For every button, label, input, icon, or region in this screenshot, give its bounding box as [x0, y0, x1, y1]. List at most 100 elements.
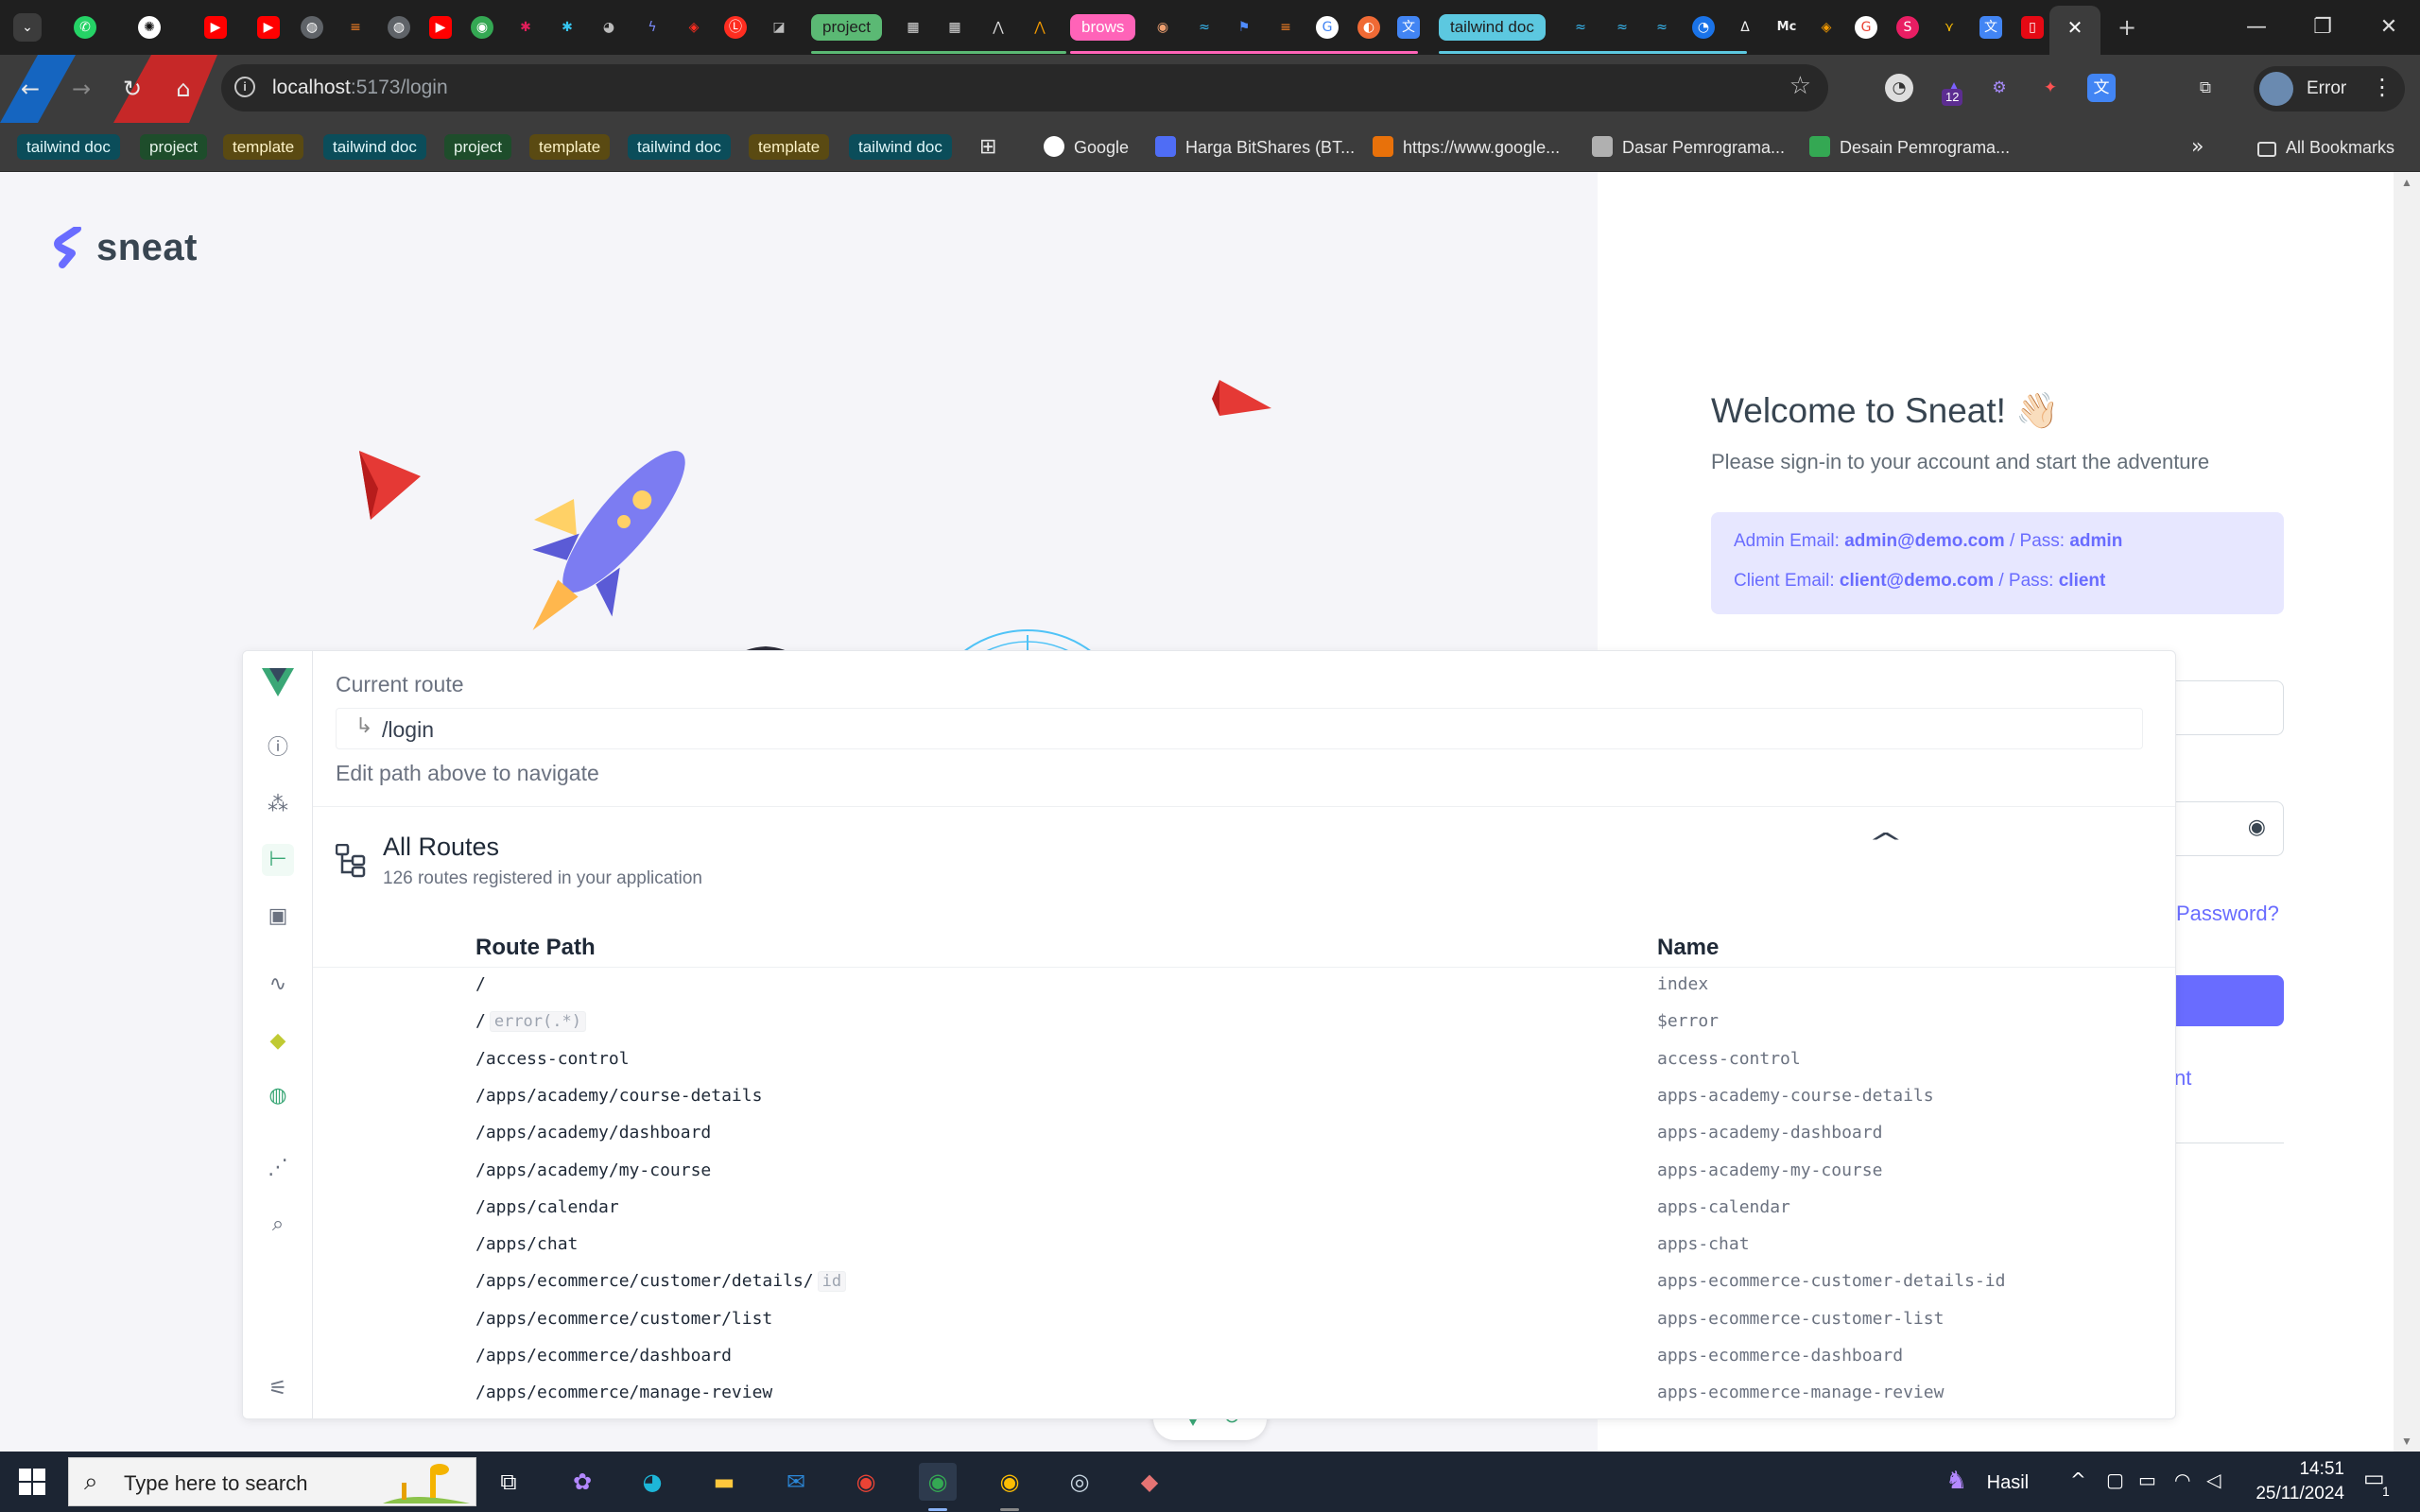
vue-logo-icon[interactable]	[262, 668, 294, 696]
tray-chevron-icon[interactable]: ^	[2070, 1469, 2086, 1491]
app-icon[interactable]: ◆	[1131, 1463, 1168, 1501]
components-icon[interactable]: ⁂	[262, 789, 294, 821]
volume-icon[interactable]: ◁	[2206, 1469, 2221, 1491]
chrome-icon[interactable]: ◉	[847, 1463, 885, 1501]
bookmark-item[interactable]: Harga BitShares (BT...	[1155, 135, 1355, 160]
bookmark-star-icon[interactable]: ☆	[1789, 72, 1811, 100]
system-clock[interactable]: 14:51 25/11/2024	[2240, 1457, 2344, 1506]
current-route-input[interactable]: ↳ /login	[336, 708, 2143, 749]
bookmark-group[interactable]: tailwind doc	[849, 134, 952, 160]
tab-icon[interactable]: S	[1896, 16, 1919, 39]
tray-app-icon[interactable]: ▢	[2106, 1469, 2124, 1491]
restore-button[interactable]: ❐	[2290, 9, 2356, 45]
profile-error-button[interactable]: Error ⋮	[2254, 66, 2405, 112]
settings-extension-icon[interactable]: ⚙	[1985, 74, 2014, 102]
tab-search-icon[interactable]: ⌄	[13, 13, 42, 42]
tab-group-tailwind-doc[interactable]: tailwind doc	[1439, 14, 1546, 41]
translate-extension-icon[interactable]: 文	[2087, 74, 2116, 102]
assets-icon[interactable]: ▣	[262, 901, 294, 933]
copilot-icon[interactable]: ✿	[563, 1463, 601, 1501]
google-tab-icon[interactable]: G	[1855, 16, 1877, 39]
route-name-header[interactable]: Name	[1657, 935, 1719, 961]
green-tab-icon[interactable]: ◉	[471, 16, 493, 39]
tab-icon[interactable]: ◪	[768, 16, 790, 39]
bookmark-group[interactable]: project	[444, 134, 512, 160]
active-tab[interactable]: ✕	[2049, 6, 2100, 55]
table-row[interactable]: /apps/ecommerce/manage-review apps-ecomme…	[313, 1375, 2175, 1412]
eye-icon[interactable]: ◉	[2248, 816, 2266, 839]
file-explorer-icon[interactable]: ▬	[705, 1463, 743, 1501]
create-account-link[interactable]: nt	[2174, 1066, 2191, 1091]
table-row[interactable]: /apps/ecommerce/customer/list apps-ecomme…	[313, 1301, 2175, 1338]
color-extension-icon[interactable]: ✦	[2036, 74, 2065, 102]
pinia-icon[interactable]: ◆	[262, 1025, 294, 1057]
github-tab-icon[interactable]: ◕	[597, 16, 620, 39]
table-row[interactable]: / error(.*) $error	[313, 1004, 2175, 1040]
template-tab-icon[interactable]: ▦	[902, 16, 925, 39]
tailwind-tab-icon[interactable]: ≈	[1569, 16, 1592, 39]
settings-sliders-icon[interactable]: ⚟	[262, 1373, 294, 1405]
table-row[interactable]: / index	[313, 967, 2175, 1004]
stackoverflow-tab-icon[interactable]: ≡	[344, 16, 367, 39]
bookmark-item[interactable]: Desain Pemrograma...	[1809, 135, 2010, 160]
table-row[interactable]: /access-control access-control	[313, 1041, 2175, 1078]
route-path-header[interactable]: Route Path	[475, 935, 596, 961]
task-view-icon[interactable]: ⧉	[490, 1463, 527, 1501]
stackoverflow-tab-icon[interactable]: ≡	[1274, 16, 1297, 39]
bookmark-item[interactable]: https://www.google...	[1373, 135, 1560, 160]
collapse-chevron-icon[interactable]: ^	[1868, 827, 1904, 858]
translate-tab-icon[interactable]: 文	[1979, 16, 2002, 39]
google-tab-icon[interactable]: G	[1316, 16, 1339, 39]
table-row[interactable]: /apps/academy/my-course apps-academy-my-c…	[313, 1153, 2175, 1190]
back-button[interactable]: ←	[13, 72, 47, 106]
tab-group-brows[interactable]: brows	[1070, 14, 1136, 41]
address-bar[interactable]: i localhost:5173/login ☆	[221, 64, 1828, 112]
wifi-icon[interactable]: ◠	[2174, 1469, 2190, 1491]
new-tab-icon[interactable]: +	[2116, 16, 2138, 39]
slack-tab-icon[interactable]: ✱	[514, 16, 537, 39]
bookmark-group[interactable]: tailwind doc	[628, 134, 731, 160]
steam-icon[interactable]: ◎	[1061, 1463, 1098, 1501]
tab-icon[interactable]: ◐	[1357, 16, 1380, 39]
bolt-tab-icon[interactable]: ϟ	[641, 16, 664, 39]
more-bookmarks-icon[interactable]: »	[2191, 135, 2204, 160]
flag-tab-icon[interactable]: ⚑	[1233, 16, 1255, 39]
tab-icon[interactable]: ◈	[1815, 16, 1838, 39]
forward-button[interactable]: →	[64, 72, 98, 106]
mail-icon[interactable]: ✉	[777, 1463, 815, 1501]
taskbar-search-input[interactable]: ⌕ Type here to search	[68, 1457, 476, 1506]
tab-icon[interactable]: ◔	[1692, 16, 1715, 39]
chrome-profile-icon[interactable]: ◉	[919, 1463, 957, 1501]
reload-button[interactable]: ↻	[115, 72, 149, 106]
bookmark-group[interactable]: template	[749, 134, 830, 160]
timeline-icon[interactable]: ∿	[262, 969, 294, 1001]
tab-group-project[interactable]: project	[811, 14, 883, 41]
table-row[interactable]: /apps/academy/course-details apps-academy…	[313, 1078, 2175, 1115]
globe-tab-icon[interactable]: ◍	[388, 16, 410, 39]
youtube-tab-icon[interactable]: ▶	[257, 16, 280, 39]
kebab-menu-icon[interactable]: ⋮	[2371, 74, 2394, 100]
tab-icon[interactable]: ⋎	[1938, 16, 1961, 39]
puzzle-extensions-icon[interactable]: ⧉	[2191, 74, 2220, 102]
edge-icon[interactable]: ◕	[633, 1463, 671, 1501]
bookmark-group[interactable]: project	[140, 134, 208, 160]
table-row[interactable]: /apps/academy/dashboard apps-academy-dash…	[313, 1115, 2175, 1152]
graph-icon[interactable]: ⋰	[262, 1152, 294, 1184]
bookmark-group[interactable]: template	[529, 134, 611, 160]
close-window-button[interactable]: ✕	[2356, 9, 2420, 45]
tab-icon[interactable]: Mc	[1775, 16, 1798, 39]
inspect-icon[interactable]: ⌕	[262, 1209, 294, 1241]
page-scrollbar[interactable]: ▲ ▼	[2394, 172, 2420, 1452]
weather-widget[interactable]: ♞ Hasil	[1945, 1467, 2029, 1495]
minimize-button[interactable]: —	[2223, 9, 2290, 45]
address-url[interactable]: localhost:5173/login	[272, 77, 448, 99]
bookmark-group[interactable]: template	[223, 134, 304, 160]
laravel-tab-icon[interactable]: ◈	[683, 16, 705, 39]
laracasts-tab-icon[interactable]: Ⓛ	[724, 16, 747, 39]
router-tree-icon[interactable]: ⊢	[262, 844, 294, 876]
home-button[interactable]: ⌂	[166, 72, 200, 106]
overview-icon[interactable]: ⓘ	[262, 732, 294, 765]
table-row[interactable]: /apps/ecommerce/dashboard apps-ecommerce-…	[313, 1338, 2175, 1375]
bookmark-group[interactable]: tailwind doc	[17, 134, 120, 160]
tailwind-tab-icon[interactable]: ≈	[1193, 16, 1216, 39]
